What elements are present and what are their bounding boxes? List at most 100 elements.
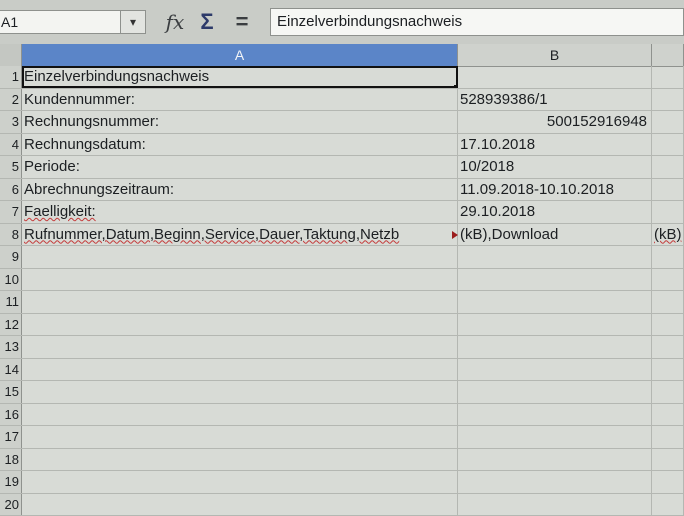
cell-b[interactable] (458, 359, 652, 381)
cell-a[interactable] (22, 471, 458, 493)
cell-c[interactable] (652, 381, 684, 403)
row-number[interactable]: 18 (0, 449, 22, 471)
cell-b[interactable]: (kB),Download (458, 224, 652, 246)
cell-b[interactable] (458, 426, 652, 448)
cell-a[interactable] (22, 494, 458, 516)
table-row: 16 (0, 404, 684, 427)
table-row: 4Rechnungsdatum:17.10.2018 (0, 134, 684, 157)
cell-b[interactable]: 17.10.2018 (458, 134, 652, 156)
cell-c[interactable] (652, 291, 684, 313)
row-number[interactable]: 14 (0, 359, 22, 381)
row-number[interactable]: 5 (0, 156, 22, 178)
row-number[interactable]: 15 (0, 381, 22, 403)
cell-c[interactable]: (kB) (652, 224, 684, 246)
column-header-b[interactable]: B (458, 44, 652, 66)
column-header-a[interactable]: A (22, 44, 458, 66)
table-row: 8Rufnummer,Datum,Beginn,Service,Dauer,Ta… (0, 224, 684, 247)
row-number[interactable]: 2 (0, 89, 22, 111)
cell-b[interactable]: 29.10.2018 (458, 201, 652, 223)
row-number[interactable]: 16 (0, 404, 22, 426)
cell-b[interactable]: 11.09.2018-10.10.2018 (458, 179, 652, 201)
row-number[interactable]: 10 (0, 269, 22, 291)
cell-c[interactable] (652, 66, 684, 88)
row-number[interactable]: 4 (0, 134, 22, 156)
cell-a[interactable] (22, 426, 458, 448)
cell-a[interactable] (22, 381, 458, 403)
cell-a[interactable] (22, 291, 458, 313)
row-number[interactable]: 19 (0, 471, 22, 493)
cell-a[interactable]: Periode: (22, 156, 458, 178)
cell-c[interactable] (652, 359, 684, 381)
cell-c[interactable] (652, 111, 684, 133)
cell-c[interactable] (652, 471, 684, 493)
cell-a[interactable] (22, 336, 458, 358)
cell-c[interactable] (652, 269, 684, 291)
formula-button[interactable]: = (231, 10, 253, 34)
table-row: 11 (0, 291, 684, 314)
table-row: 13 (0, 336, 684, 359)
row-number[interactable]: 17 (0, 426, 22, 448)
cell-c[interactable] (652, 201, 684, 223)
cell-b[interactable]: 528939386/1 (458, 89, 652, 111)
table-row: 3Rechnungsnummer:500152916948 (0, 111, 684, 134)
row-number[interactable]: 11 (0, 291, 22, 313)
row-number[interactable]: 8 (0, 224, 22, 246)
cell-b[interactable] (458, 404, 652, 426)
select-all-corner[interactable] (0, 44, 22, 66)
cell-b[interactable] (458, 66, 652, 88)
cell-c[interactable] (652, 246, 684, 268)
cell-b[interactable] (458, 291, 652, 313)
cell-c[interactable] (652, 314, 684, 336)
cell-b[interactable] (458, 381, 652, 403)
cell-b[interactable] (458, 314, 652, 336)
cell-b[interactable] (458, 269, 652, 291)
cell-a[interactable] (22, 246, 458, 268)
table-row: 6Abrechnungszeitraum:11.09.2018-10.10.20… (0, 179, 684, 202)
formula-input[interactable]: Einzelverbindungsnachweis (270, 8, 684, 36)
function-wizard-button[interactable]: fx (162, 10, 188, 34)
row-number[interactable]: 13 (0, 336, 22, 358)
row-number[interactable]: 1 (0, 66, 22, 88)
table-row: 10 (0, 269, 684, 292)
cell-c[interactable] (652, 336, 684, 358)
cell-b[interactable]: 10/2018 (458, 156, 652, 178)
cell-c[interactable] (652, 449, 684, 471)
table-row: 7Faelligkeit:29.10.2018 (0, 201, 684, 224)
cell-c[interactable] (652, 404, 684, 426)
cell-c[interactable] (652, 426, 684, 448)
cell-a[interactable] (22, 269, 458, 291)
cell-c[interactable] (652, 134, 684, 156)
cell-c[interactable] (652, 179, 684, 201)
table-row: 17 (0, 426, 684, 449)
cell-b[interactable] (458, 336, 652, 358)
cell-a[interactable]: Faelligkeit: (22, 201, 458, 223)
cell-b[interactable] (458, 246, 652, 268)
cell-a[interactable] (22, 359, 458, 381)
row-number[interactable]: 9 (0, 246, 22, 268)
cell-a[interactable] (22, 449, 458, 471)
cell-a[interactable] (22, 404, 458, 426)
row-number[interactable]: 7 (0, 201, 22, 223)
cell-a[interactable]: Rufnummer,Datum,Beginn,Service,Dauer,Tak… (22, 224, 458, 246)
table-row: 15 (0, 381, 684, 404)
cell-b[interactable] (458, 449, 652, 471)
cell-a[interactable] (22, 314, 458, 336)
cell-b[interactable]: 500152916948 (458, 111, 652, 133)
row-number[interactable]: 20 (0, 494, 22, 516)
cell-a[interactable]: Kundennummer: (22, 89, 458, 111)
cell-a[interactable]: Abrechnungszeitraum: (22, 179, 458, 201)
row-number[interactable]: 12 (0, 314, 22, 336)
chevron-down-icon[interactable]: ▾ (120, 10, 146, 34)
column-header-c[interactable] (652, 44, 684, 66)
row-number[interactable]: 6 (0, 179, 22, 201)
row-number[interactable]: 3 (0, 111, 22, 133)
cell-c[interactable] (652, 494, 684, 516)
cell-b[interactable] (458, 471, 652, 493)
cell-a[interactable]: Rechnungsdatum: (22, 134, 458, 156)
cell-c[interactable] (652, 89, 684, 111)
cell-c[interactable] (652, 156, 684, 178)
cell-a[interactable]: Einzelverbindungsnachweis (22, 66, 458, 88)
cell-a[interactable]: Rechnungsnummer: (22, 111, 458, 133)
cell-b[interactable] (458, 494, 652, 516)
sum-button[interactable]: Σ (195, 10, 219, 34)
